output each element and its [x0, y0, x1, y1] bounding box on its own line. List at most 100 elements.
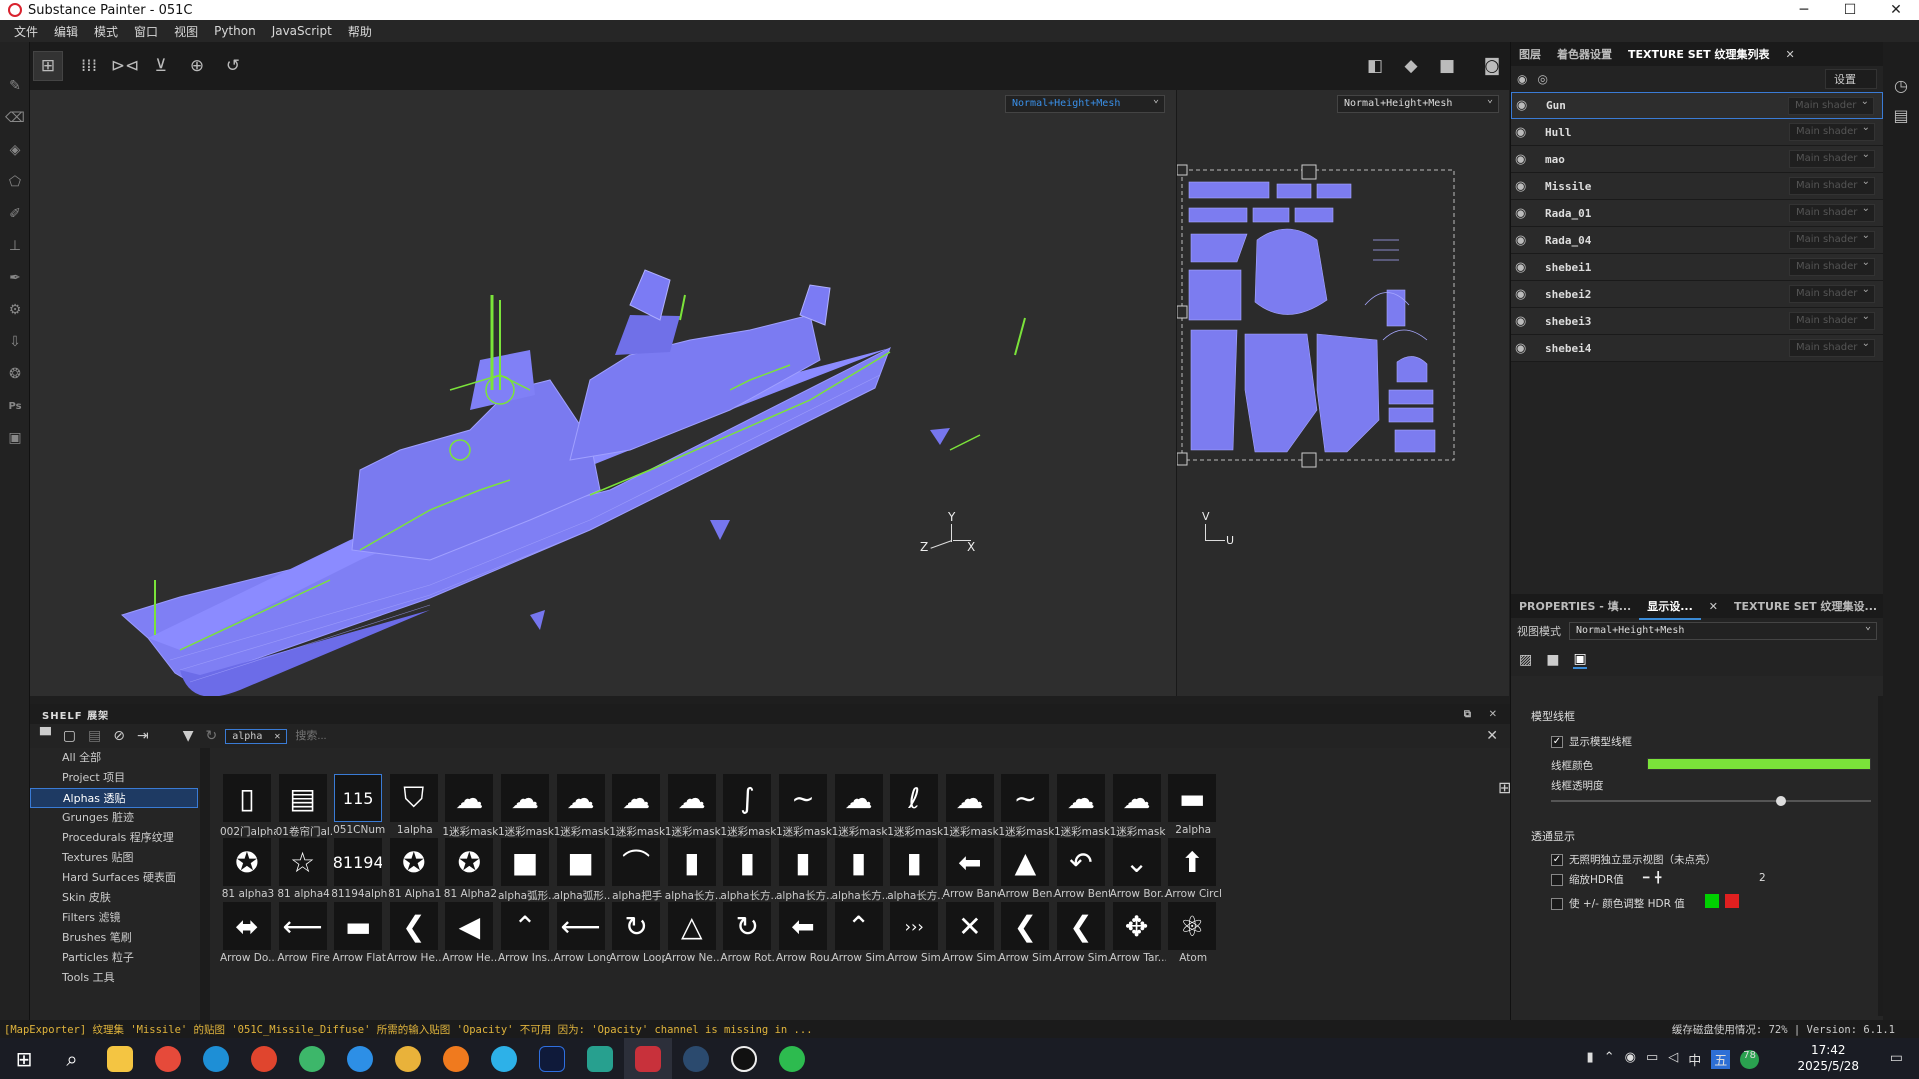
- show-wireframe-row[interactable]: ✓ 显示模型线框: [1551, 734, 1632, 749]
- geometry-icon[interactable]: ❂: [0, 358, 30, 390]
- eye-icon[interactable]: ◉: [1515, 125, 1537, 140]
- slider-handle[interactable]: [1776, 796, 1787, 806]
- export-icon[interactable]: ⇩: [0, 326, 30, 358]
- shelf-item[interactable]: ⚛ Atom: [1165, 902, 1229, 976]
- category-particles[interactable]: Particles 粒子: [30, 948, 198, 968]
- import-icon[interactable]: ⇥: [137, 728, 149, 744]
- tab-texture-set-settings[interactable]: TEXTURE SET 纹理集设...: [1726, 598, 1885, 614]
- color-picker-icon[interactable]: ✒: [0, 262, 30, 294]
- show-wireframe-checkbox[interactable]: ✓: [1551, 736, 1563, 748]
- cube-icon[interactable]: ◆: [1396, 51, 1426, 81]
- tab-properties[interactable]: PROPERTIES - 填...: [1511, 598, 1639, 614]
- photoshop-icon[interactable]: Ps: [0, 390, 30, 422]
- eye-icon[interactable]: ◉: [1515, 179, 1537, 194]
- shelf-item[interactable]: 81194 81194alpha: [331, 838, 395, 912]
- wechat-icon[interactable]: [768, 1038, 816, 1079]
- shelf-item[interactable]: △ Arrow Ne...: [665, 902, 729, 976]
- single-view-icon[interactable]: ⊞: [33, 51, 63, 81]
- camera-settings-icon[interactable]: ■: [1546, 652, 1559, 668]
- search-icon[interactable]: ⌕: [48, 1038, 96, 1079]
- browser-1-icon[interactable]: [144, 1038, 192, 1079]
- shelf-item[interactable]: ☁ 1迷彩mask...: [609, 774, 673, 848]
- eye-icon[interactable]: ◉: [1515, 233, 1537, 248]
- category-textures[interactable]: Textures 贴图: [30, 848, 198, 868]
- shelf-item[interactable]: ☁ 1迷彩mask4: [832, 774, 896, 848]
- texture-set-row[interactable]: ◉ shebei1 Main shader: [1511, 254, 1883, 281]
- paint-brush-icon[interactable]: ✎: [0, 70, 30, 102]
- eraser-icon[interactable]: ⌫: [0, 102, 30, 134]
- shelf-item[interactable]: ✕ Arrow Sim...: [943, 902, 1007, 976]
- texture-set-row[interactable]: ◉ Missile Main shader: [1511, 173, 1883, 200]
- view-mode-dropdown[interactable]: Normal+Height+Mesh: [1569, 621, 1877, 640]
- tab-shader-settings[interactable]: 着色器设置: [1549, 46, 1620, 62]
- shelf-item[interactable]: ▬ Arrow Flat: [331, 902, 395, 976]
- shelf-item[interactable]: ☁ 1迷彩mask1: [442, 774, 506, 848]
- hdr-scale-row[interactable]: 缩放HDR值: [1551, 872, 1624, 887]
- projection-icon[interactable]: ◈: [0, 134, 30, 166]
- tab-display-settings[interactable]: 显示设...: [1639, 592, 1701, 620]
- mirror-y-icon[interactable]: ⊻: [146, 51, 176, 81]
- shelf-item[interactable]: ▲ Arrow Ben...: [998, 838, 1062, 912]
- windows-start-icon[interactable]: ⊞: [0, 1038, 48, 1079]
- shelf-item[interactable]: ◀ Arrow He...: [442, 902, 506, 976]
- shader-dropdown[interactable]: Main shader: [1789, 230, 1875, 249]
- iso-view-row[interactable]: ✓ 无照明独立显示视图（未点亮）: [1551, 852, 1716, 867]
- shelf-item[interactable]: ↻ Arrow Loop: [609, 902, 673, 976]
- notifications-icon[interactable]: ▭: [1890, 1050, 1903, 1066]
- category-skin[interactable]: Skin 皮肤: [30, 888, 198, 908]
- shelf-item[interactable]: ☁ 1迷彩mask6: [943, 774, 1007, 848]
- shader-dropdown[interactable]: Main shader: [1789, 338, 1875, 357]
- hdr-plus-button[interactable]: ╋: [1655, 872, 1661, 884]
- ime-mode-icon[interactable]: 五: [1711, 1050, 1731, 1069]
- shader-dropdown[interactable]: Main shader: [1789, 284, 1875, 303]
- shelf-item[interactable]: ▤ 01卷帘门al...: [276, 774, 340, 848]
- app-teal-icon[interactable]: [576, 1038, 624, 1079]
- shelf-item[interactable]: ⌃ Arrow Ins...: [498, 902, 562, 976]
- viewport-3d[interactable]: Normal+Height+Mesh ⌄ Y Z X: [30, 90, 1176, 696]
- texture-set-row[interactable]: ◉ mao Main shader: [1511, 146, 1883, 173]
- texture-set-row[interactable]: ◉ shebei4 Main shader: [1511, 335, 1883, 362]
- tag-close-icon[interactable]: ✕: [274, 731, 280, 742]
- shelf-close-icon[interactable]: ✕: [1489, 709, 1498, 720]
- network-icon[interactable]: ▭: [1646, 1050, 1658, 1069]
- shelf-item[interactable]: ∫ 1迷彩mask2: [720, 774, 784, 848]
- shelf-item[interactable]: ▮ alpha长方...: [776, 838, 840, 912]
- shelf-item[interactable]: ⌄ Arrow Bor...: [1110, 838, 1174, 912]
- shader-dropdown[interactable]: Main shader: [1789, 122, 1875, 141]
- tab-close-icon[interactable]: ✕: [1778, 48, 1803, 61]
- smudge-icon[interactable]: ✐: [0, 198, 30, 230]
- screenshot-icon[interactable]: ◙: [1477, 51, 1507, 81]
- category-filters[interactable]: Filters 滤镜: [30, 908, 198, 928]
- menu-help[interactable]: 帮助: [348, 23, 372, 40]
- split-view-icon[interactable]: ◧: [1360, 51, 1390, 81]
- shelf-item[interactable]: ❮ Arrow Sim...: [1054, 902, 1118, 976]
- refresh-icon[interactable]: ↻: [206, 728, 218, 744]
- tab-texture-set-list[interactable]: TEXTURE SET 纹理集列表: [1620, 40, 1778, 68]
- shader-dropdown[interactable]: Main shader: [1789, 257, 1875, 276]
- texture-set-row[interactable]: ◉ Rada_01 Main shader: [1511, 200, 1883, 227]
- history-panel-icon[interactable]: ◷: [1883, 70, 1919, 100]
- shelf-item[interactable]: ❮ Arrow Sim...: [998, 902, 1062, 976]
- wire-color-swatch[interactable]: [1647, 758, 1871, 770]
- menu-window[interactable]: 窗口: [134, 23, 158, 40]
- category-grunges[interactable]: Grunges 脏迹: [30, 808, 198, 828]
- eye-icon[interactable]: ◉: [1515, 314, 1537, 329]
- video-camera-icon[interactable]: ■: [1432, 51, 1462, 81]
- shelf-item[interactable]: ☆ 81 alpha4: [276, 838, 340, 912]
- texture-set-row[interactable]: ◉ Hull Main shader: [1511, 119, 1883, 146]
- settings-dropdown[interactable]: 设置: [1825, 69, 1877, 89]
- mirror-x-icon[interactable]: ⊳⊲: [110, 51, 140, 81]
- hdr-green-swatch[interactable]: [1705, 894, 1719, 908]
- file-explorer-icon[interactable]: [96, 1038, 144, 1079]
- shelf-item[interactable]: ☁ 1迷彩mask8: [1054, 774, 1118, 848]
- props-tab-close-icon[interactable]: ✕: [1701, 600, 1726, 613]
- shader-dropdown[interactable]: Main shader: [1789, 149, 1875, 168]
- shelf-item[interactable]: ℓ 1迷彩mask5: [887, 774, 951, 848]
- shelf-item[interactable]: ▬ 2alpha: [1165, 774, 1229, 848]
- shelf-item[interactable]: ⬌ Arrow Do...: [220, 902, 284, 976]
- wire-opacity-slider[interactable]: [1551, 796, 1871, 806]
- shader-dropdown[interactable]: Main shader: [1789, 203, 1875, 222]
- shelf-item[interactable]: ☁ 1迷彩mask...: [498, 774, 562, 848]
- app-blue-icon[interactable]: [336, 1038, 384, 1079]
- hdr-adjust-checkbox[interactable]: [1551, 898, 1563, 910]
